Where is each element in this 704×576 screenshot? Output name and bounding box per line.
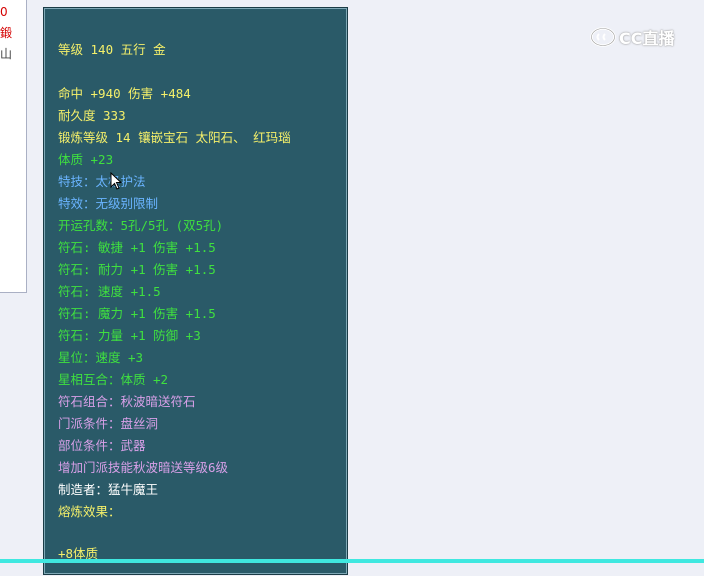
left-chat-panel: 0 鍛 山 [0, 0, 27, 293]
tooltip-line-skill-bonus: 增加门派技能秋波暗送等级6级 [58, 460, 229, 475]
tooltip-line-star-position: 星位：速度 +3 [58, 350, 144, 365]
left-panel-text-3: 山 [0, 47, 13, 61]
tooltip-line-slot-condition: 部位条件：武器 [58, 438, 146, 453]
tooltip-line-rune-1: 符石: 敏捷 +1 伤害 +1.5 [58, 240, 216, 255]
left-panel-text-2: 鍛 [0, 26, 13, 40]
mouse-cursor-icon [110, 172, 122, 190]
tooltip-line-constitution: 体质 +23 [58, 152, 114, 167]
cc-logo-icon [590, 27, 616, 47]
bottom-highlight-bar [0, 559, 704, 563]
tooltip-line-forge-level: 锻炼等级 14 镶嵌宝石 太阳石、 红玛瑙 [58, 130, 291, 145]
tooltip-line-hit-damage: 命中 +940 伤害 +484 [58, 86, 191, 101]
tooltip-line-rune-set: 符石组合：秋波暗送符石 [58, 394, 196, 409]
item-tooltip: 等级 140 五行 金 命中 +940 伤害 +484 耐久度 333 锻炼等级… [43, 7, 348, 575]
tooltip-line-special-effect: 特效：无级别限制 [58, 196, 159, 211]
tooltip-line-rune-3: 符石: 速度 +1.5 [58, 284, 161, 299]
tooltip-line-maker: 制造者：猛牛魔王 [58, 482, 159, 497]
tooltip-line-durability: 耐久度 333 [58, 108, 126, 123]
tooltip-line-rune-4: 符石: 魔力 +1 伤害 +1.5 [58, 306, 216, 321]
tooltip-line-star-combo: 星相互合：体质 +2 [58, 372, 169, 387]
tooltip-line-special-skill: 特技：太极护法 [58, 174, 146, 189]
tooltip-line-smelt-effect: 熔炼效果： [58, 504, 121, 519]
watermark-text: CC直播 [619, 29, 675, 48]
left-panel-text-1: 0 [0, 5, 8, 19]
tooltip-line-level: 等级 140 五行 金 [58, 42, 166, 57]
tooltip-line-sockets: 开运孔数：5孔/5孔 (双5孔) [58, 218, 224, 233]
tooltip-line-school-condition: 门派条件：盘丝洞 [58, 416, 159, 431]
tooltip-line-rune-2: 符石: 耐力 +1 伤害 +1.5 [58, 262, 216, 277]
tooltip-line-rune-5: 符石: 力量 +1 防御 +3 [58, 328, 201, 343]
cc-live-watermark: CC直播 [590, 26, 675, 48]
